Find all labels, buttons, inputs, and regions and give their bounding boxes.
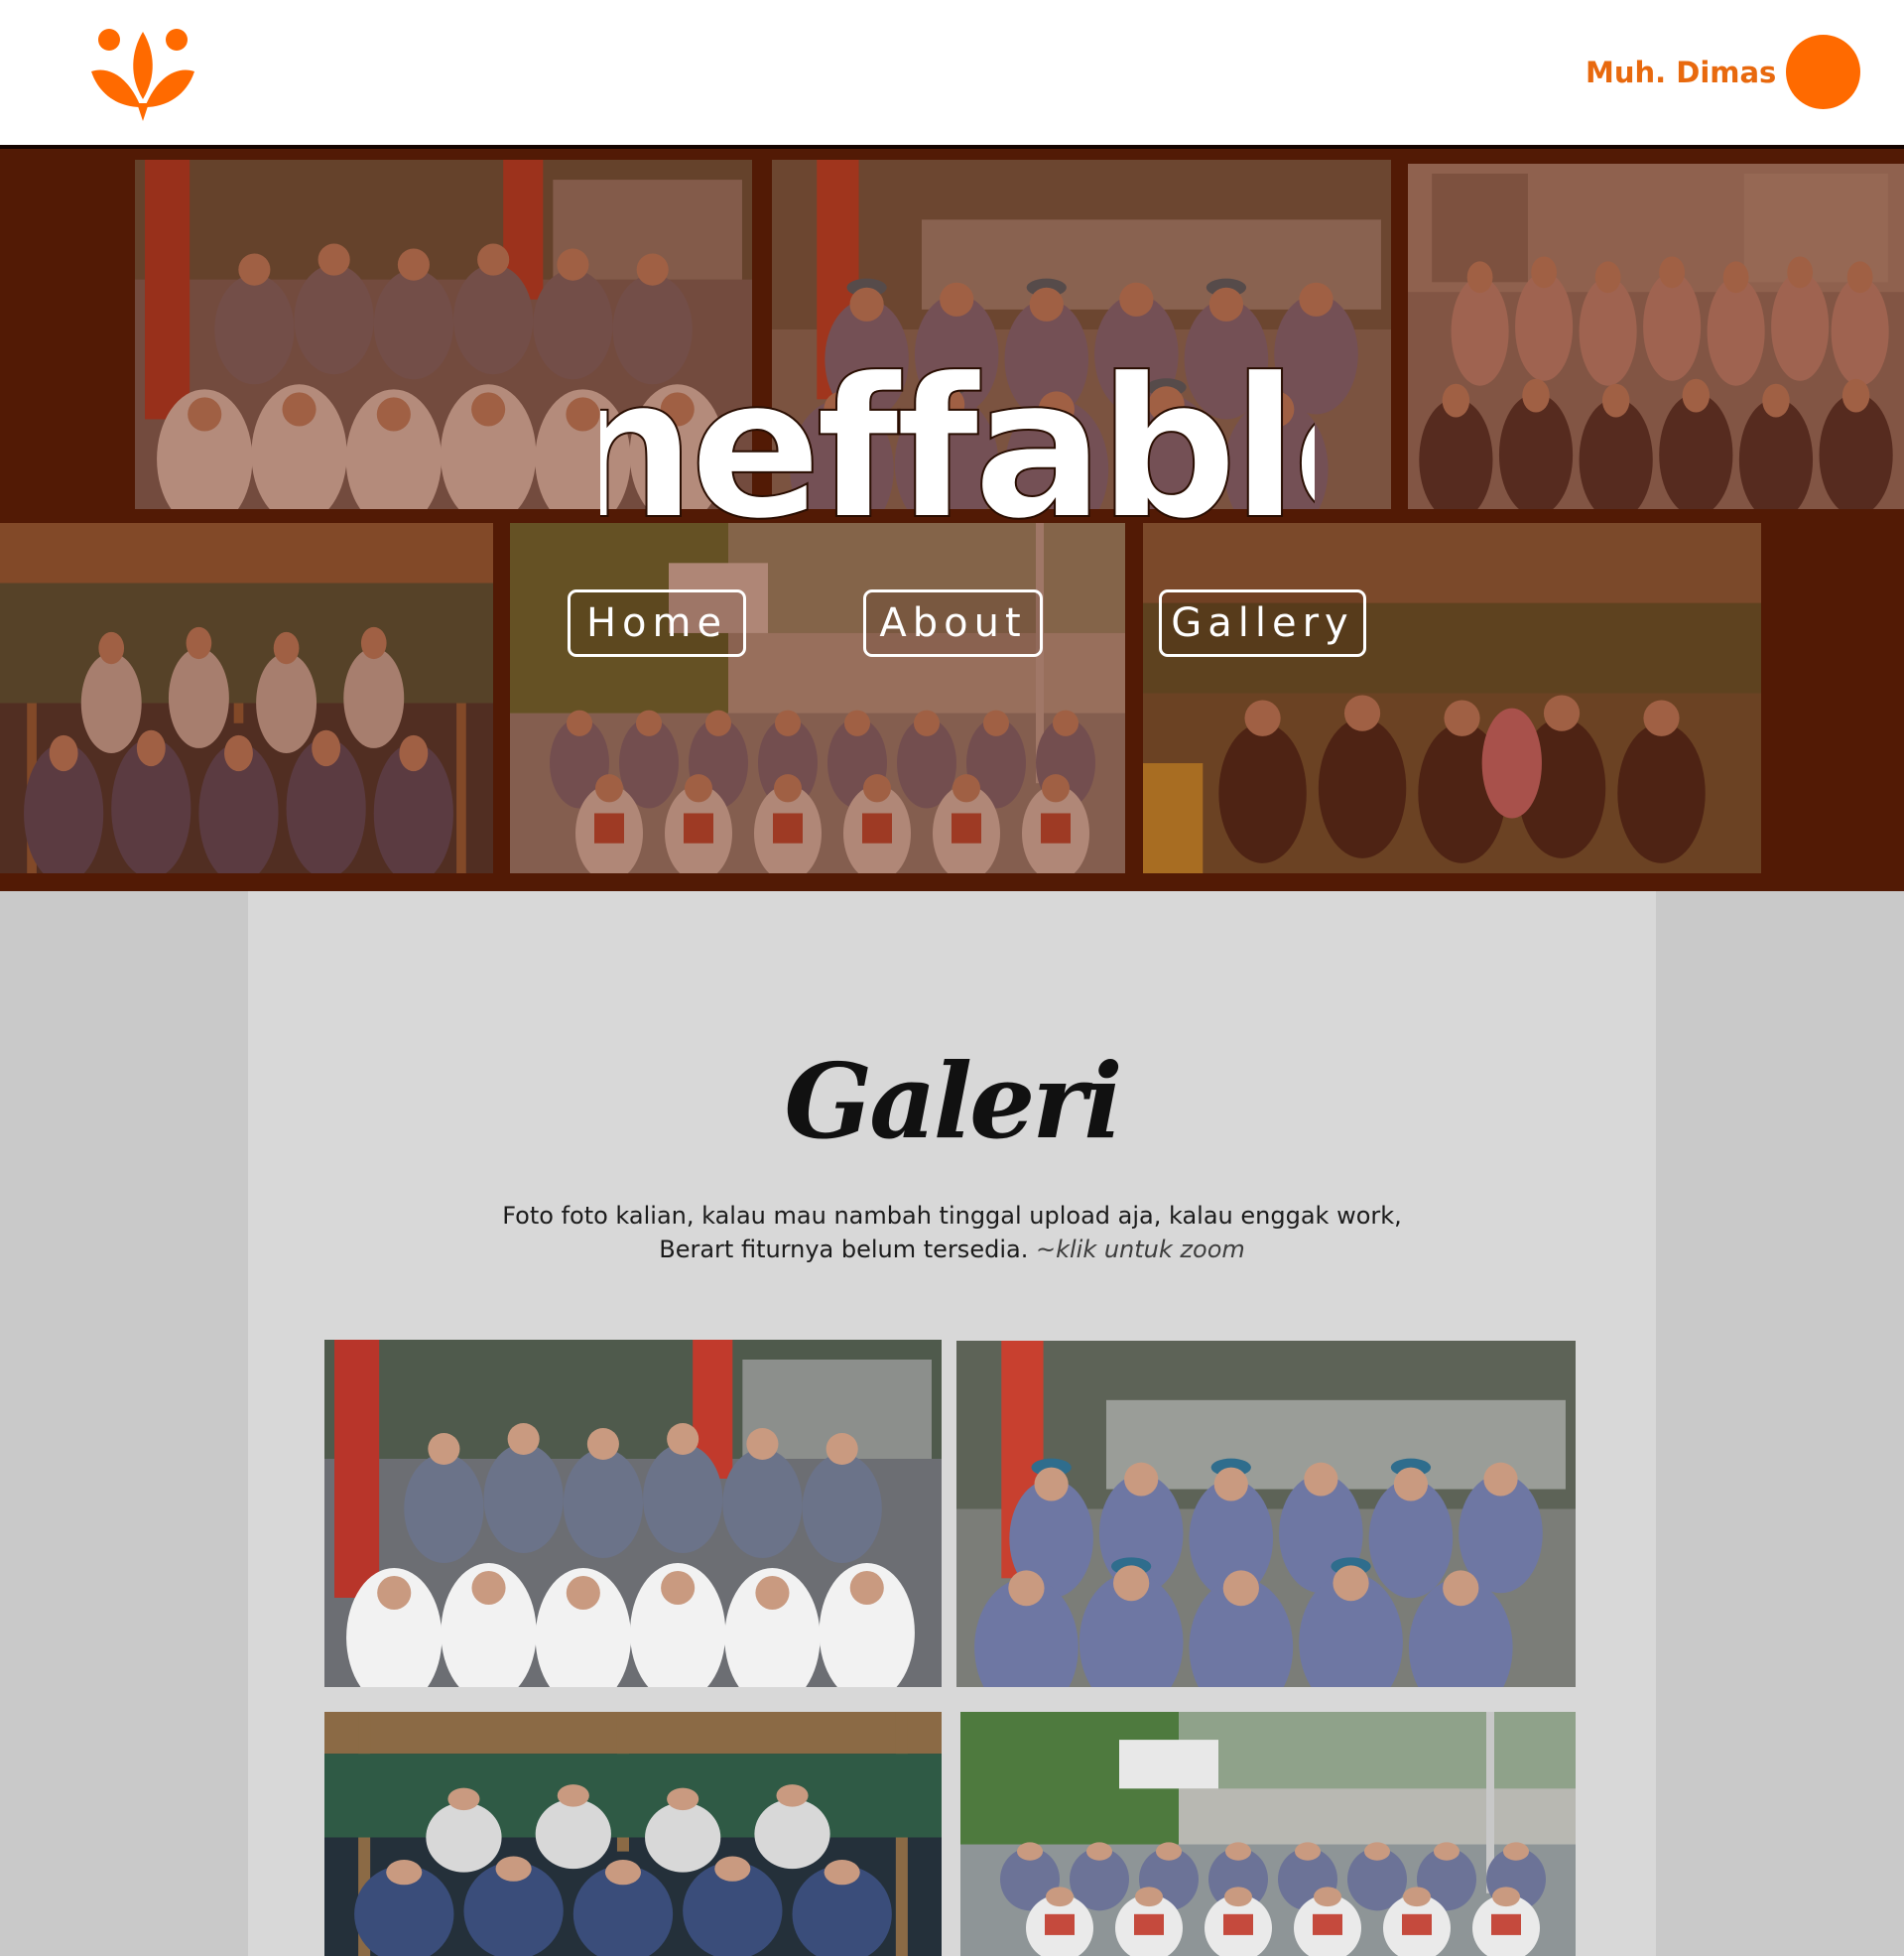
gallery-photo[interactable] bbox=[956, 1341, 1576, 1687]
gallery-section: Galeri Foto foto kalian, kalau mau namba… bbox=[248, 891, 1656, 1956]
hero-banner: ineffable Home About Gallery bbox=[0, 145, 1904, 891]
hero-photo bbox=[510, 523, 1125, 873]
user-name[interactable]: Muh. Dimas bbox=[1586, 56, 1776, 89]
lotus-logo-icon[interactable] bbox=[87, 22, 198, 123]
hero-photo bbox=[0, 523, 493, 873]
hero-photo bbox=[1408, 164, 1904, 509]
hero-title-text: ineffable bbox=[600, 342, 1315, 541]
gallery-description-line2: Berart fiturnya belum tersedia. bbox=[659, 1236, 1029, 1263]
gallery-photo[interactable] bbox=[960, 1712, 1576, 1956]
nav-about-button[interactable]: About bbox=[863, 589, 1043, 657]
site-header: Muh. Dimas bbox=[0, 0, 1904, 145]
nav-gallery-button[interactable]: Gallery bbox=[1159, 589, 1366, 657]
gallery-title: Galeri bbox=[784, 1040, 1122, 1162]
nav-home-button[interactable]: Home bbox=[568, 589, 746, 657]
gallery-description: Foto foto kalian, kalau mau nambah tingg… bbox=[248, 1199, 1656, 1266]
user-avatar[interactable] bbox=[1786, 35, 1860, 109]
hero-title-logo: ineffable bbox=[496, 335, 1426, 564]
zoom-hint: ~klik untuk zoom bbox=[1035, 1236, 1245, 1263]
gallery-description-line1: Foto foto kalian, kalau mau nambah tingg… bbox=[502, 1202, 1402, 1230]
hero-photo bbox=[1143, 523, 1761, 873]
gallery-photo[interactable] bbox=[324, 1340, 942, 1687]
gallery-photo[interactable] bbox=[324, 1712, 942, 1956]
